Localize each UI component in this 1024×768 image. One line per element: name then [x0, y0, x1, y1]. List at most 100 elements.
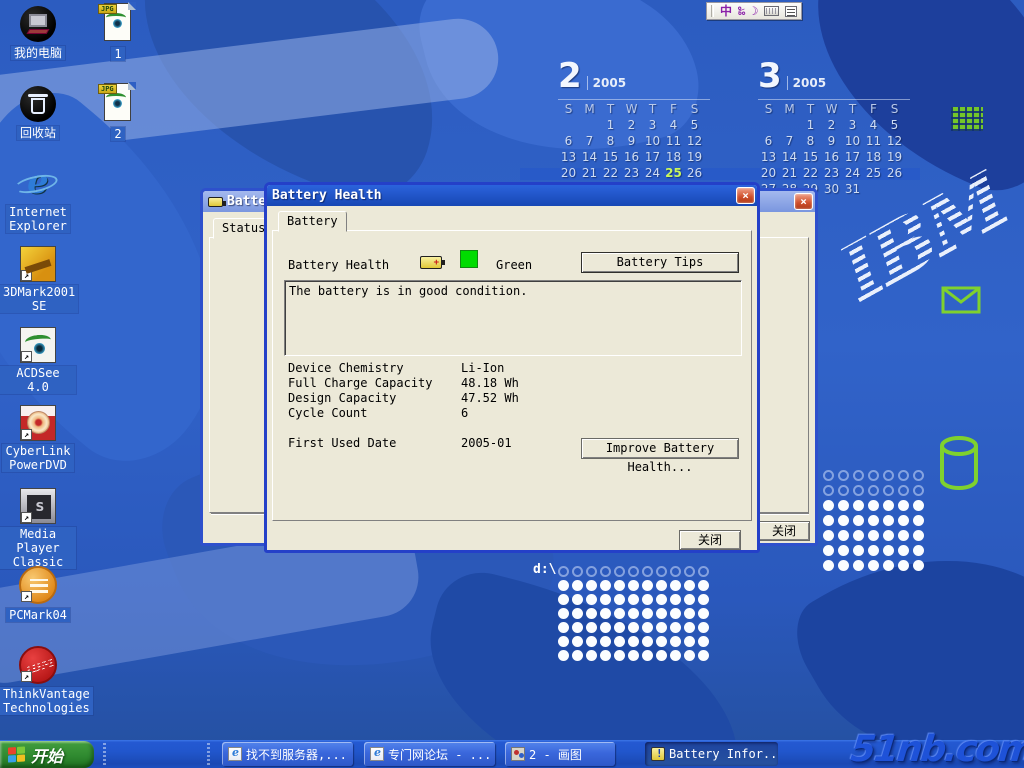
icon-label: Internet Explorer — [6, 205, 70, 233]
calendar-day-cell: 1 — [600, 118, 621, 134]
desktop-icon-acdsee[interactable]: ↗ ACDSee 4.0 — [0, 327, 76, 395]
powerdvd-icon: ↗ — [20, 405, 56, 441]
calendar-day-cell: 14 — [579, 150, 600, 166]
calendar-february: 2 2005 SMTWTFS12345678910111213141516171… — [558, 57, 710, 198]
calendar-day-cell — [779, 118, 800, 134]
battery-field-row: Full Charge Capacity48.18 Wh — [288, 376, 519, 391]
desktop-icon-file-2[interactable]: JPG 2 — [80, 83, 156, 142]
media-player-classic-icon: ↗ — [20, 488, 56, 524]
calendar-dow-cell: M — [579, 102, 600, 118]
battery-health-icon: + — [420, 256, 442, 269]
desktop-icon-powerdvd[interactable]: ↗ CyberLink PowerDVD — [0, 405, 76, 473]
calendar-day-cell: 7 — [779, 134, 800, 150]
field-label: Design Capacity — [288, 391, 461, 406]
desktop-icon-internet-explorer[interactable]: e Internet Explorer — [0, 164, 76, 234]
calendar-day-cell: 6 — [758, 134, 779, 150]
close-icon[interactable]: × — [794, 193, 813, 210]
calendar-day-cell: 24 — [642, 166, 663, 182]
cylinder-icon — [938, 436, 980, 492]
dialog-titlebar[interactable]: Battery Health × — [267, 185, 757, 206]
desktop-icon-my-computer[interactable]: 我的电脑 — [0, 6, 76, 61]
dots-grid — [556, 564, 710, 662]
calendar-dow-cell: T — [600, 102, 621, 118]
calendar-dow-cell: S — [684, 102, 705, 118]
calendar-day-cell: 16 — [821, 150, 842, 166]
taskbar-separator — [207, 743, 210, 765]
calendar-day-cell — [558, 118, 579, 134]
close-button[interactable]: 关闭 — [758, 521, 810, 541]
task-button-battery-information[interactable]: Battery Infor... — [645, 742, 778, 766]
ime-menu-icon[interactable] — [785, 6, 797, 17]
calendar-day-cell: 4 — [663, 118, 684, 134]
calendar-day-cell: 3 — [642, 118, 663, 134]
ime-punctuation-icon[interactable]: ‰ — [738, 5, 745, 17]
health-status-swatch — [460, 250, 478, 268]
calendar-day-cell: 19 — [684, 150, 705, 166]
calendar-dow-cell: F — [663, 102, 684, 118]
desktop-icon-thinkvantage[interactable]: IBM ↗ ThinkVantage Technologies — [0, 646, 76, 716]
battery-window-icon — [208, 197, 223, 207]
calendar-day-cell: 12 — [884, 134, 905, 150]
calendar-day-cell: 26 — [884, 166, 905, 182]
calendar-march: 3 2005 SMTWTFS12345678910111213141516171… — [758, 57, 910, 198]
desktop-icon-pcmark04[interactable]: ↗ PCMark04 — [0, 566, 76, 623]
calendar-day-cell: 15 — [600, 150, 621, 166]
start-button[interactable]: 开始 — [0, 741, 94, 768]
ime-grip-handle[interactable] — [711, 5, 714, 17]
tab-battery[interactable]: Battery — [278, 211, 347, 232]
calendar-day-cell: 11 — [863, 134, 884, 150]
calendar-day-cell: 12 — [684, 134, 705, 150]
grid-deco-icon — [951, 107, 983, 131]
calendar-divider — [558, 99, 710, 100]
start-label: 开始 — [31, 743, 63, 767]
soft-keyboard-icon[interactable] — [764, 6, 779, 16]
dialog-title: Battery Health — [272, 188, 736, 203]
condition-textbox: The battery is in good condition. — [284, 280, 742, 356]
calendar-dow-cell: S — [884, 102, 905, 118]
dots-grid — [821, 468, 926, 573]
desktop-icon-media-player-classic[interactable]: ↗ Media Player Classic — [0, 488, 76, 570]
battery-health-dialog[interactable]: Battery Health × Battery Battery Health … — [264, 182, 760, 553]
task-label: 找不到服务器,... — [246, 746, 347, 763]
condition-text: The battery is in good condition. — [289, 284, 527, 298]
desktop-icon-3dmark2001[interactable]: ↗ 3DMark2001 SE — [0, 246, 76, 314]
shortcut-arrow-icon: ↗ — [21, 270, 32, 281]
calendar-day-cell: 17 — [842, 150, 863, 166]
pcmark04-icon: ↗ — [19, 566, 57, 604]
icon-label: 1 — [111, 47, 124, 61]
calendar-dow-cell: W — [621, 102, 642, 118]
battery-tips-button[interactable]: Battery Tips — [581, 252, 739, 273]
ime-mode-icon[interactable]: 中 — [720, 5, 732, 17]
calendar-day-cell: 13 — [758, 150, 779, 166]
icon-label: CyberLink PowerDVD — [2, 444, 73, 472]
task-button-paint[interactable]: 2 - 画图 — [505, 742, 615, 766]
task-button-server-not-found[interactable]: 找不到服务器,... — [222, 742, 353, 766]
jpg-tag: JPG — [98, 84, 117, 94]
shortcut-arrow-icon: ↗ — [21, 351, 32, 362]
task-label: 专门网论坛 - ... — [388, 746, 491, 763]
calendar-day-cell: 4 — [863, 118, 884, 134]
drive-label: d:\ — [533, 562, 556, 577]
desktop-icon-file-1[interactable]: JPG 1 — [80, 3, 156, 62]
calendar-day-cell: 2 — [821, 118, 842, 134]
calendar-day-cell: 18 — [663, 150, 684, 166]
calendar-day-cell: 16 — [621, 150, 642, 166]
ime-language-bar[interactable]: 中 ‰ ☽ — [706, 2, 802, 20]
thinkvantage-icon: IBM ↗ — [19, 646, 57, 684]
task-button-forum[interactable]: 专门网论坛 - ... — [364, 742, 495, 766]
ime-fullwidth-icon[interactable]: ☽ — [751, 5, 758, 17]
calendar-month: 2 — [558, 61, 582, 91]
calendar-day-cell — [579, 118, 600, 134]
calendar-dow-cell: T — [842, 102, 863, 118]
improve-battery-health-button[interactable]: Improve Battery Health... — [581, 438, 739, 459]
calendar-day-cell: 3 — [842, 118, 863, 134]
icon-label: PCMark04 — [6, 608, 70, 622]
icon-label: Media Player Classic — [0, 527, 76, 569]
calendar-dow-cell: T — [800, 102, 821, 118]
desktop-icon-recycle-bin[interactable]: 回收站 — [0, 86, 76, 141]
my-computer-icon — [20, 6, 56, 42]
close-icon[interactable]: × — [736, 187, 755, 204]
calendar-day-cell: 11 — [663, 134, 684, 150]
dialog-close-button[interactable]: 关闭 — [679, 530, 741, 550]
calendar-day-cell: 20 — [758, 166, 779, 182]
